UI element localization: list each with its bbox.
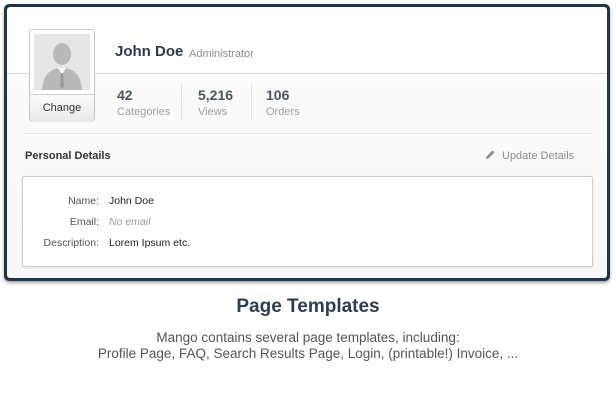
update-details-label: Update Details (502, 150, 575, 162)
personal-details-title: Personal Details (25, 150, 111, 162)
personal-details-box: Name: John Doe Email: No email Descripti… (22, 176, 593, 267)
stat-label: Views (198, 106, 228, 118)
stat-value: 106 (266, 87, 290, 103)
detail-label: Description: (43, 237, 99, 249)
stat-divider (181, 84, 182, 120)
stat-value: 42 (117, 87, 133, 103)
caption-description: Mango contains several page templates, i… (0, 330, 616, 362)
profile-panel: Change John Doe Administrator 42 Categor… (7, 7, 607, 278)
stat-views: 5,216 Views (198, 87, 233, 118)
caption-line-2: Profile Page, FAQ, Search Results Page, … (97, 346, 519, 361)
profile-name: John Doe (115, 43, 184, 60)
stat-value: 5,216 (198, 87, 234, 103)
detail-value: No email (109, 216, 151, 228)
header-divider (7, 73, 607, 74)
pencil-icon (486, 150, 495, 159)
detail-label: Name: (68, 195, 99, 207)
stat-label: Orders (266, 106, 300, 118)
update-details-link[interactable]: Update Details (485, 149, 574, 162)
stat-categories: 42 Categories (117, 87, 170, 118)
detail-label: Email: (69, 216, 99, 228)
section-divider (23, 133, 593, 134)
stat-orders: 106 Orders (266, 87, 300, 118)
avatar: Change (29, 29, 95, 121)
stat-label: Categories (117, 106, 171, 118)
detail-value: Lorem Ipsum etc. (109, 237, 191, 249)
change-avatar-button[interactable]: Change (30, 94, 94, 121)
user-silhouette-icon (34, 34, 90, 90)
caption-heading: Page Templates (236, 296, 380, 317)
stat-divider (251, 84, 252, 120)
caption-line-1: Mango contains several page templates, i… (156, 330, 460, 345)
detail-value: John Doe (109, 195, 154, 207)
profile-frame: Change John Doe Administrator 42 Categor… (4, 4, 610, 281)
profile-role: Administrator (189, 48, 254, 60)
